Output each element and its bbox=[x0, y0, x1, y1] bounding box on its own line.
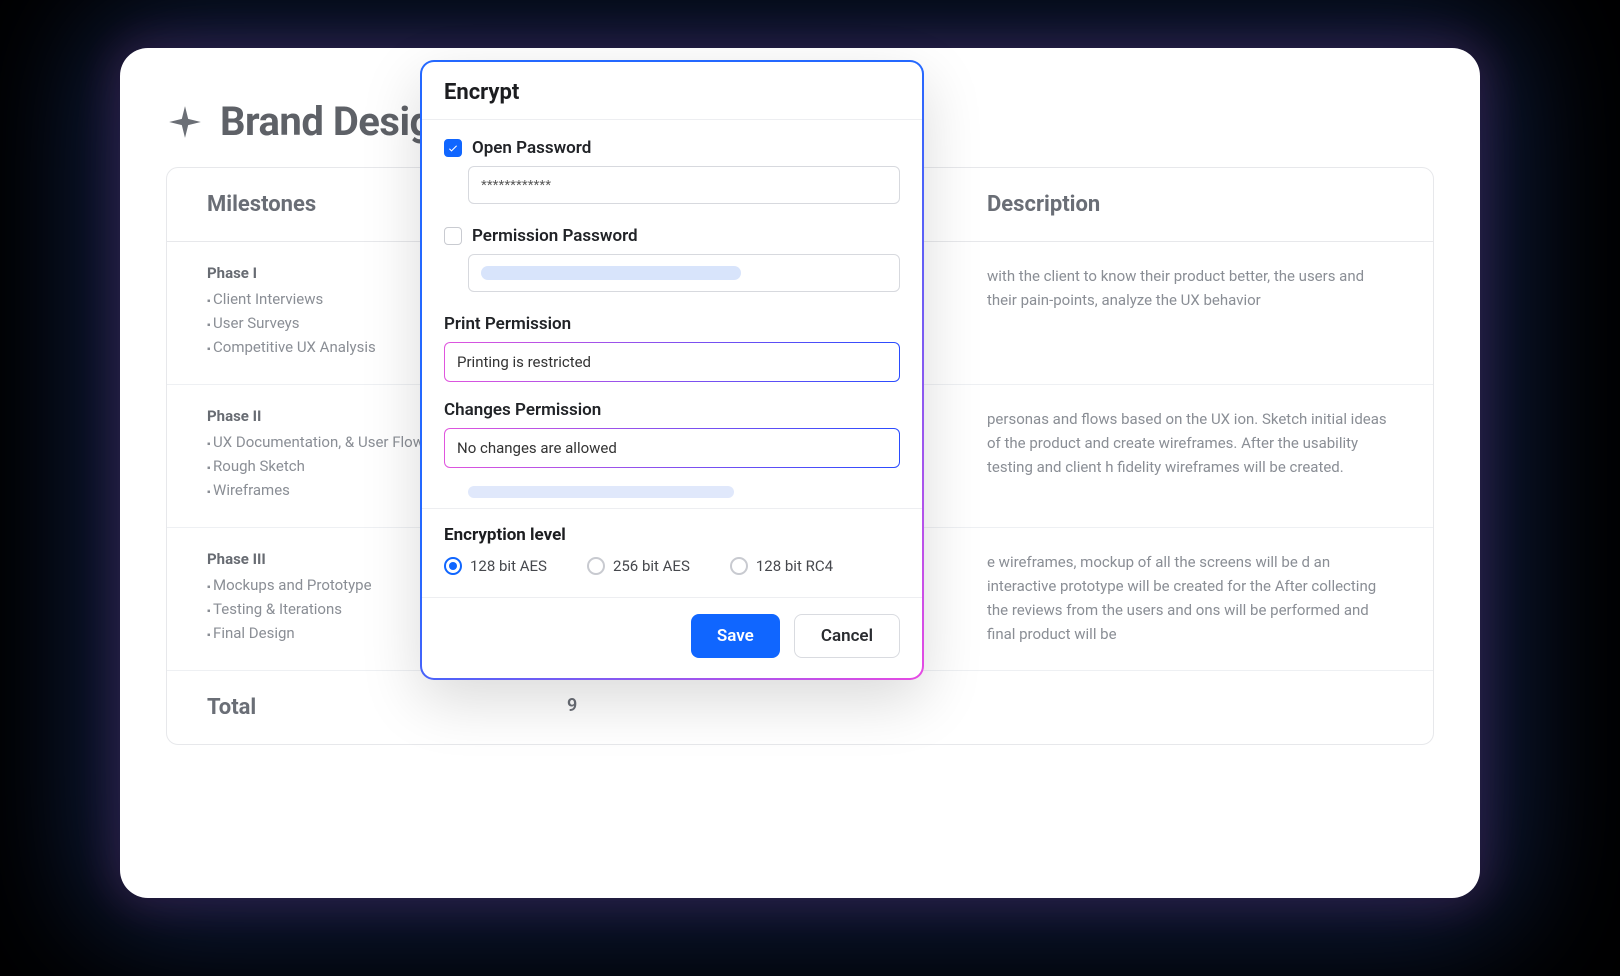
permission-password-label: Permission Password bbox=[472, 226, 638, 246]
radio-128-rc4[interactable]: 128 bit RC4 bbox=[730, 557, 833, 575]
modal-footer: Save Cancel bbox=[422, 597, 922, 678]
open-password-label: Open Password bbox=[472, 138, 591, 158]
row-description: with the client to know their product be… bbox=[987, 264, 1393, 362]
modal-title: Encrypt bbox=[444, 80, 900, 105]
print-permission-label: Print Permission bbox=[444, 314, 900, 334]
total-time: 9 bbox=[567, 695, 727, 720]
radio-128-aes[interactable]: 128 bit AES bbox=[444, 557, 547, 575]
encrypt-modal: Encrypt Open Password Permission Passwor… bbox=[420, 60, 924, 680]
print-permission-select[interactable]: Printing is restricted bbox=[444, 342, 900, 382]
open-password-row: Open Password bbox=[444, 138, 900, 158]
changes-permission-select[interactable]: No changes are allowed bbox=[444, 428, 900, 468]
placeholder-skeleton bbox=[468, 486, 734, 498]
permission-password-row: Permission Password bbox=[444, 226, 900, 246]
placeholder-skeleton bbox=[481, 266, 741, 280]
encryption-radio-group: 128 bit AES 256 bit AES 128 bit RC4 bbox=[444, 557, 900, 575]
row-description: e wireframes, mockup of all the screens … bbox=[987, 550, 1393, 648]
permission-password-input[interactable] bbox=[468, 254, 900, 292]
changes-permission-label: Changes Permission bbox=[444, 400, 900, 420]
check-icon bbox=[447, 142, 459, 154]
save-button[interactable]: Save bbox=[691, 614, 780, 658]
cancel-button[interactable]: Cancel bbox=[794, 614, 900, 658]
open-password-checkbox[interactable] bbox=[444, 139, 462, 157]
radio-256-aes[interactable]: 256 bit AES bbox=[587, 557, 690, 575]
encryption-level-label: Encryption level bbox=[444, 525, 900, 545]
row-description: personas and flows based on the UX ion. … bbox=[987, 407, 1393, 505]
th-description: Description bbox=[987, 192, 1393, 217]
divider bbox=[422, 508, 922, 509]
sparkle-icon bbox=[166, 103, 204, 141]
radio-icon bbox=[730, 557, 748, 575]
table-footer: Total 9 bbox=[167, 671, 1433, 744]
total-label: Total bbox=[207, 695, 567, 720]
permission-password-checkbox[interactable] bbox=[444, 227, 462, 245]
radio-icon bbox=[587, 557, 605, 575]
radio-icon bbox=[444, 557, 462, 575]
modal-header: Encrypt bbox=[422, 62, 922, 120]
open-password-input[interactable] bbox=[468, 166, 900, 204]
